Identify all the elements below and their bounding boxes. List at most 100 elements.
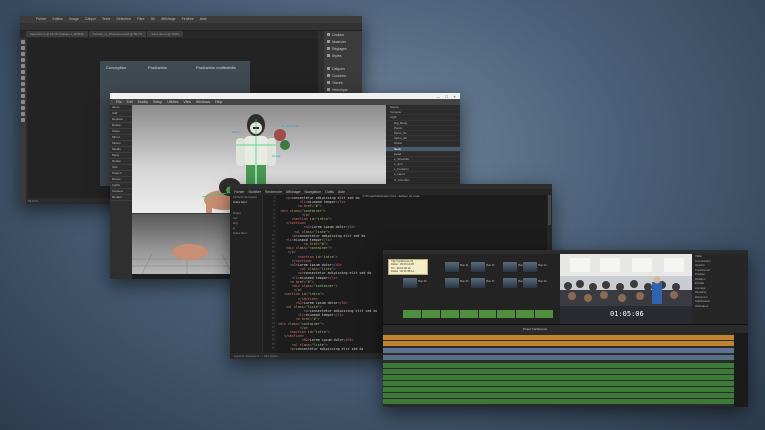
sidebar-file-item[interactable]: index.html — [230, 200, 262, 205]
move-tool-icon[interactable] — [21, 40, 25, 44]
ps-panel-label: Historique — [332, 87, 348, 92]
ps-doc-tab[interactable]: Sans titre-1 @ 66,7% (Calque 1, RVB/8) — [26, 31, 88, 37]
clip-browser: Plan 01Plan 02Plan 03Plan 04Plan 05Plan … — [383, 254, 560, 324]
ps-panel-item[interactable]: Tracés — [324, 79, 362, 86]
eraser-tool-icon[interactable] — [21, 88, 25, 92]
code-menu-item[interactable]: Outils — [325, 189, 334, 195]
paths-icon — [327, 81, 330, 84]
ghost-tab: Production — [148, 65, 168, 70]
svg-text:Chest: Chest — [272, 154, 281, 158]
ps-menu-item[interactable]: Texte — [102, 16, 110, 23]
zoom-tool-icon[interactable] — [21, 118, 25, 122]
ps-doc-tab[interactable]: Sans titre-2 @ 100% — [147, 31, 184, 37]
clip-label: Plan 01 — [460, 264, 469, 267]
ps-panel-label: Nuancier — [332, 39, 347, 44]
code-menu-item[interactable]: Navigation — [304, 189, 321, 195]
pen-tool-icon[interactable] — [21, 100, 25, 104]
timeline-scrollbar[interactable] — [734, 333, 748, 407]
color-icon — [327, 33, 330, 36]
hand-tool-icon[interactable] — [21, 112, 25, 116]
scrollbar-thumb[interactable] — [548, 195, 551, 225]
ghost-tab: Conception — [106, 65, 127, 70]
clip-thumbnail[interactable] — [503, 262, 517, 272]
ps-menu-item[interactable]: Edition — [53, 16, 64, 23]
ps-panel-item[interactable]: Réglages — [324, 45, 362, 52]
clip-thumbnail[interactable] — [471, 262, 485, 272]
video-viewer[interactable]: 01:05:06 — [560, 254, 692, 324]
video-timeline[interactable] — [383, 333, 748, 407]
ps-document-tabs: Sans titre-1 @ 66,7% (Calque 1, RVB/8) T… — [26, 31, 322, 37]
video-editor-window: Plan 01Plan 02Plan 03Plan 04Plan 05Plan … — [383, 250, 748, 407]
ps-menu-item[interactable]: Calque — [85, 16, 96, 23]
clip-thumbnail[interactable] — [471, 278, 485, 288]
brush-tool-icon[interactable] — [21, 76, 25, 80]
title-track[interactable] — [383, 355, 734, 360]
code-menu-item[interactable]: Affichage — [286, 189, 301, 195]
file-tree-sidebar: Fichiers de travail index.html Projet cs… — [230, 195, 263, 353]
ps-panel-item[interactable]: Couleur — [324, 31, 362, 38]
ps-panel-item[interactable]: Couches — [324, 72, 362, 79]
stamp-tool-icon[interactable] — [21, 82, 25, 86]
title-track[interactable] — [383, 348, 734, 353]
gradient-tool-icon[interactable] — [21, 94, 25, 98]
ps-menu-item[interactable]: Affichage — [161, 16, 176, 23]
modeling-tool-button[interactable]: Render — [110, 195, 132, 201]
eyedropper-tool-icon[interactable] — [21, 70, 25, 74]
clip-label: Plan 06 — [460, 280, 469, 283]
ps-menu-item[interactable]: Fichier — [36, 16, 47, 23]
ps-menu-item[interactable]: 3D — [151, 16, 155, 23]
history-icon — [327, 88, 330, 91]
ps-doc-tab[interactable]: Tutoriel_v1_Photoshop.psd @ 66,7% — [88, 31, 147, 37]
code-menu-item[interactable]: Aide — [338, 189, 345, 195]
audio-track[interactable] — [383, 381, 734, 386]
clip-label: Plan 02 — [486, 264, 495, 267]
layers-icon — [327, 67, 330, 70]
wand-tool-icon[interactable] — [21, 58, 25, 62]
clip-thumbnail[interactable] — [445, 278, 459, 288]
ps-menubar: Fichier Edition Image Calque Texte Sélec… — [20, 16, 362, 23]
text-tool-icon[interactable] — [21, 106, 25, 110]
marquee-tool-icon[interactable] — [21, 46, 25, 50]
lasso-tool-icon[interactable] — [21, 52, 25, 56]
audio-clip-strip[interactable] — [403, 310, 553, 318]
svg-text:R_Shoulder: R_Shoulder — [282, 124, 300, 128]
ps-menu-item[interactable]: Image — [69, 16, 79, 23]
timeline-project-label: Projet Conférence — [523, 327, 548, 331]
audio-track[interactable] — [383, 399, 734, 404]
ps-menu-item[interactable]: Fenêtre — [182, 16, 194, 23]
ps-options-bar: Largeur — [20, 23, 362, 37]
clip-thumbnail[interactable] — [523, 262, 537, 272]
audio-track[interactable] — [383, 393, 734, 398]
grid-floor-illustration — [132, 244, 242, 275]
audio-track[interactable] — [383, 387, 734, 392]
swatches-icon — [327, 40, 330, 43]
ps-panel-label: Calques — [332, 66, 345, 71]
ps-menu-item[interactable]: Aide — [200, 16, 207, 23]
sidebar-file-item[interactable]: index.html — [230, 231, 262, 236]
crop-tool-icon[interactable] — [21, 64, 25, 68]
clip-thumbnail[interactable] — [403, 278, 417, 288]
ps-panel-label: Couches — [332, 73, 346, 78]
ps-panel-item[interactable]: Nuancier — [324, 38, 362, 45]
ps-panel-label: Couleur — [332, 32, 345, 37]
clip-label: Plan 09 — [538, 280, 547, 283]
ps-menu-item[interactable]: Sélection — [116, 16, 130, 23]
audio-track[interactable] — [383, 369, 734, 374]
audio-track[interactable] — [383, 375, 734, 380]
channels-icon — [327, 74, 330, 77]
ps-panel-item[interactable]: Calques — [324, 65, 362, 72]
clip-thumbnail[interactable] — [445, 262, 459, 272]
ps-menu-item[interactable]: Filtre — [137, 16, 145, 23]
clip-thumbnail[interactable] — [523, 278, 537, 288]
audio-track[interactable] — [383, 363, 734, 368]
clip-thumbnail[interactable] — [503, 278, 517, 288]
ps-panel-item[interactable]: Historique — [324, 86, 362, 93]
ps-panel-label: Réglages — [332, 46, 347, 51]
music-track[interactable] — [383, 335, 734, 340]
music-track[interactable] — [383, 341, 734, 346]
side-viewport[interactable] — [132, 214, 242, 275]
inspector-row[interactable]: Obturateur — [692, 304, 748, 309]
adjustments-icon — [327, 47, 330, 50]
ps-panel-item[interactable]: Styles — [324, 52, 362, 59]
styles-icon — [327, 54, 330, 57]
